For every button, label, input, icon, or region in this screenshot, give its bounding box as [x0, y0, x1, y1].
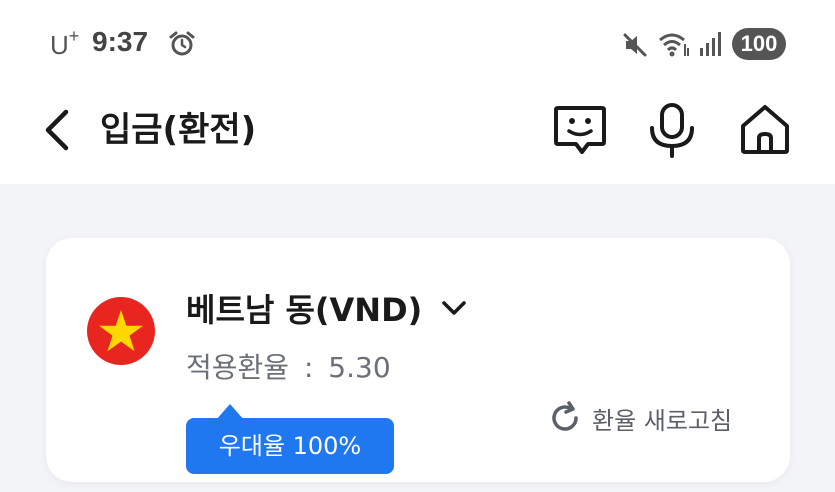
applied-rate: 적용환율 : 5.30: [186, 346, 391, 386]
mute-icon: [623, 33, 647, 57]
signal-icon: [700, 32, 721, 56]
back-arrow-icon[interactable]: [36, 106, 80, 154]
status-time: 9:37: [92, 26, 149, 57]
refresh-icon: [552, 401, 578, 431]
chatbot-icon[interactable]: [552, 104, 608, 156]
page-title: 입금(환전): [100, 110, 257, 150]
vietnam-flag-icon: [87, 297, 155, 365]
currency-name: 베트남 동(VND): [186, 291, 423, 329]
rate-separator: :: [303, 351, 314, 384]
currency-card: 베트남 동(VND) 적용환율 : 5.30 우대율 100% 환율 새로고침: [46, 238, 790, 482]
microphone-icon[interactable]: [646, 102, 698, 158]
currency-selector[interactable]: 베트남 동(VND): [186, 286, 468, 330]
status-bar: U+ 9:37 100: [0, 0, 835, 88]
refresh-label: 환율 새로고침: [592, 406, 733, 435]
chevron-down-icon: [442, 301, 467, 315]
rate-value: 5.30: [328, 351, 391, 384]
wifi-icon: [659, 33, 689, 57]
refresh-rate-button[interactable]: 환율 새로고침: [548, 400, 732, 436]
rate-label: 적용환율: [186, 351, 290, 384]
badge-text: 우대율 100%: [186, 418, 394, 474]
carrier-label: U+: [50, 26, 80, 60]
battery-icon: 100: [732, 28, 786, 60]
home-icon[interactable]: [738, 102, 792, 156]
preferential-rate-badge: 우대율 100%: [186, 404, 394, 474]
page-header: 입금(환전): [0, 88, 835, 184]
alarm-icon: [169, 31, 195, 56]
